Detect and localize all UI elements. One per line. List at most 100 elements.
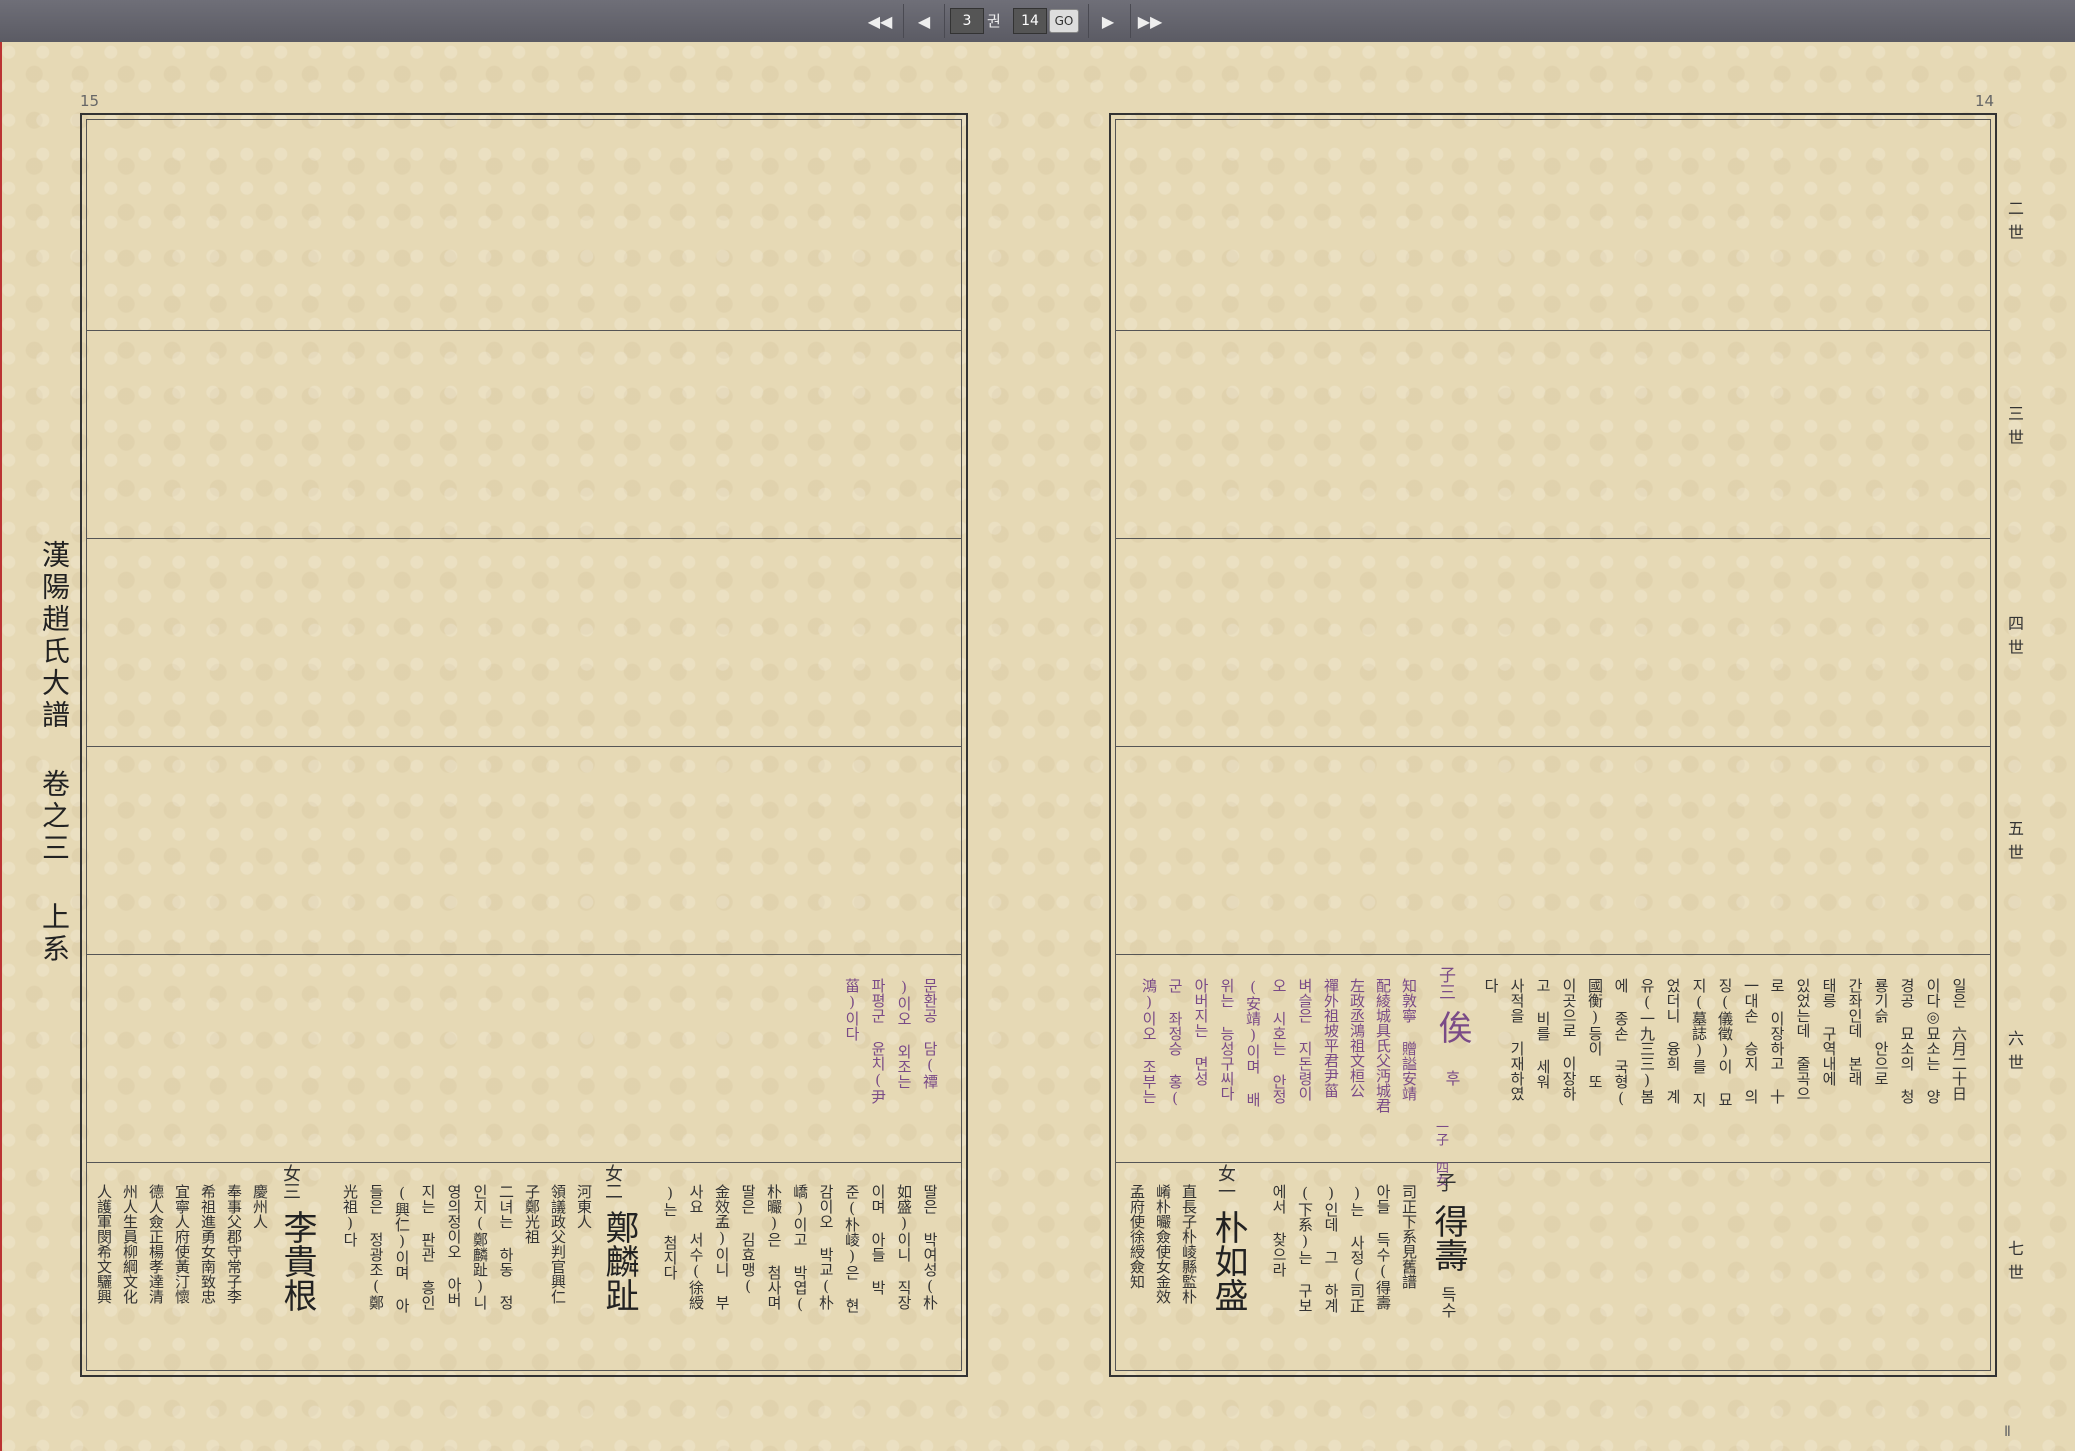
note-line: 直長子朴崚縣監朴 (1180, 1184, 1198, 1304)
note-line: 이곳으로 이장하 (1560, 978, 1578, 1101)
note-line: 知敦寧 贈謚安靖 (1400, 978, 1418, 1101)
prev-page-button[interactable]: ◀ (906, 6, 942, 36)
note-line: 경공 묘소의 청 (1898, 978, 1916, 1104)
page-input[interactable]: 14 (1013, 8, 1047, 34)
note-line: 있었는데 줄곡으 (1794, 978, 1812, 1101)
note-line: 이다◎묘소는 양 (1924, 978, 1942, 1104)
note-line: 로 이장하고 十 (1768, 978, 1786, 1104)
person-title: 女一 (1215, 1164, 1236, 1200)
note-line: 人護軍閔希文驪興 (95, 1184, 113, 1304)
person-name: 李貴根 (277, 1210, 317, 1312)
note-line: 左政丞鴻祖文桓公 (1348, 978, 1366, 1098)
note-line: 州人生員柳綱文化 (121, 1184, 139, 1304)
row-divider (87, 954, 961, 955)
note-line: 奉事父郡守常子李 (225, 1184, 243, 1304)
generation-label-7: 七世 (2005, 1240, 2024, 1288)
note-line: 希祖進勇女南致忠 (199, 1184, 217, 1304)
note-line: 사요 서수(徐綬 (687, 1184, 705, 1310)
toolbar-divider (1130, 4, 1131, 38)
note-line: 光祖)다 (341, 1184, 359, 1247)
row-divider (1116, 746, 1990, 747)
next-page-button[interactable]: ▶ (1090, 6, 1126, 36)
note-line: 룡기슭 안으로 (1872, 978, 1890, 1086)
last-page-button[interactable]: ▶▶ (1132, 6, 1168, 36)
note-line: 國衡)등이 또 (1586, 978, 1604, 1089)
toolbar-divider (1088, 4, 1089, 38)
note-line: 문환공 담(禫 (921, 978, 939, 1089)
note-line: 領議政父判官興仁 (549, 1184, 567, 1304)
note-line: 朴曮)은 첨사며 (765, 1184, 783, 1310)
person-reading: 후 (1442, 1070, 1461, 1086)
row-divider (1116, 954, 1990, 955)
row-divider (1116, 330, 1990, 331)
person-name: 鄭麟趾 (599, 1210, 639, 1312)
note-line: 유(一九三三)봄 (1638, 978, 1656, 1104)
volume-unit-label: 권 (987, 12, 1001, 30)
note-line: (下系)는 구보 (1296, 1184, 1314, 1313)
note-line: 鴻)이오 조부는 (1140, 978, 1158, 1104)
toolbar-divider (944, 4, 945, 38)
note-line: 딸은 김효맹( (739, 1184, 757, 1295)
note-line: )이오 외조는 (895, 978, 913, 1089)
note-line: 사적을 기재하였 (1508, 978, 1526, 1101)
note-line: 一대손 승지 의 (1742, 978, 1760, 1104)
note-line: 德人僉正楊孝達清 (147, 1184, 165, 1304)
note-line: )인데 그 하계 (1322, 1184, 1340, 1313)
note-line: 고 비를 세워 (1534, 978, 1552, 1089)
note-line: 파평군 윤치(尹 (869, 978, 887, 1104)
note-line: 宜寧人府使黃汀懷 (173, 1184, 191, 1304)
note-line: 이며 아들 박 (869, 1184, 887, 1295)
note-line: 孟府使徐綬僉知 (1128, 1184, 1146, 1289)
first-page-button[interactable]: ◀◀ (862, 6, 898, 36)
note-line: 慶州人 (251, 1184, 269, 1229)
person-title: 女三 (280, 1164, 301, 1200)
note-line: 준(朴崚)은 현 (843, 1184, 861, 1313)
note-line: )는 사정(司正 (1348, 1184, 1366, 1313)
right-page-panel: 일은 六月二十日 이다◎묘소는 양 경공 묘소의 청 룡기슭 안으로 간좌인데 … (1109, 113, 1997, 1377)
person-title: 女二 (602, 1164, 623, 1200)
note-line: 에서 찾으라 (1270, 1184, 1288, 1277)
note-line: 간좌인데 본래 (1846, 978, 1864, 1086)
note-line: 인지(鄭麟趾)니 (471, 1184, 489, 1310)
note-line: 配綾城具氏父沔城君 (1374, 978, 1392, 1113)
note-line: 崤朴曮僉使女金效 (1154, 1184, 1172, 1304)
note-line: 오 시호는 안정 (1270, 978, 1288, 1104)
note-line: 위는 능성구씨다 (1218, 978, 1236, 1101)
note-line: 司正下系見舊譜 (1400, 1184, 1418, 1289)
note-line: 징(儀徵)이 묘 (1716, 978, 1734, 1107)
note-line: 金效孟)이니 부 (713, 1184, 731, 1310)
last-page-icon: ▶▶ (1137, 11, 1163, 31)
volume-input[interactable]: 3 (950, 8, 984, 34)
next-page-icon: ▶ (1101, 11, 1115, 31)
note-line: 들은 정광조(鄭 (367, 1184, 385, 1310)
go-button[interactable]: GO (1049, 9, 1079, 33)
first-page-icon: ◀◀ (867, 11, 893, 31)
note-line: 지는 판관 흥인 (419, 1184, 437, 1310)
note-line: 如盛)이니 직장 (895, 1184, 913, 1310)
note-line: 일은 六月二十日 (1950, 978, 1968, 1101)
person-title: 子 (1433, 1172, 1457, 1192)
person-name: 俟 (1432, 1010, 1472, 1044)
left-page-number: 15 (80, 92, 100, 110)
note-line: 벼슬은 지돈령이 (1296, 978, 1314, 1101)
note-line: 영의정이오 아버 (445, 1184, 463, 1307)
note-line: 二녀는 하동 정 (497, 1184, 515, 1310)
bottom-mark: Ⅱ (2004, 1424, 2011, 1440)
note-line: 河東人 (575, 1184, 593, 1229)
note-line: 禪外祖坡平君尹菑 (1322, 978, 1340, 1098)
note-line: 었더니 융희 계 (1664, 978, 1682, 1104)
person-reading: 득수 (1438, 1286, 1457, 1318)
generation-label-4: 四世 (2005, 615, 2024, 663)
note-line: 태릉 구역내에 (1820, 978, 1838, 1086)
prev-page-icon: ◀ (917, 11, 931, 31)
note-line: 아들 득수(得壽 (1374, 1184, 1392, 1310)
right-page-number: 14 (1975, 92, 1995, 110)
person-name: 得壽 (1428, 1204, 1468, 1272)
person-title: 子三 (1435, 966, 1455, 1000)
row-divider (87, 746, 961, 747)
book-title: 漢陽趙氏大譜 卷之三 上系 (38, 540, 71, 966)
row-divider (87, 1162, 961, 1163)
note-line: (興仁)이며 아 (393, 1184, 411, 1313)
note-line: 子鄭光祖 (523, 1184, 541, 1244)
generation-label-6: 六世 (2005, 1030, 2024, 1078)
